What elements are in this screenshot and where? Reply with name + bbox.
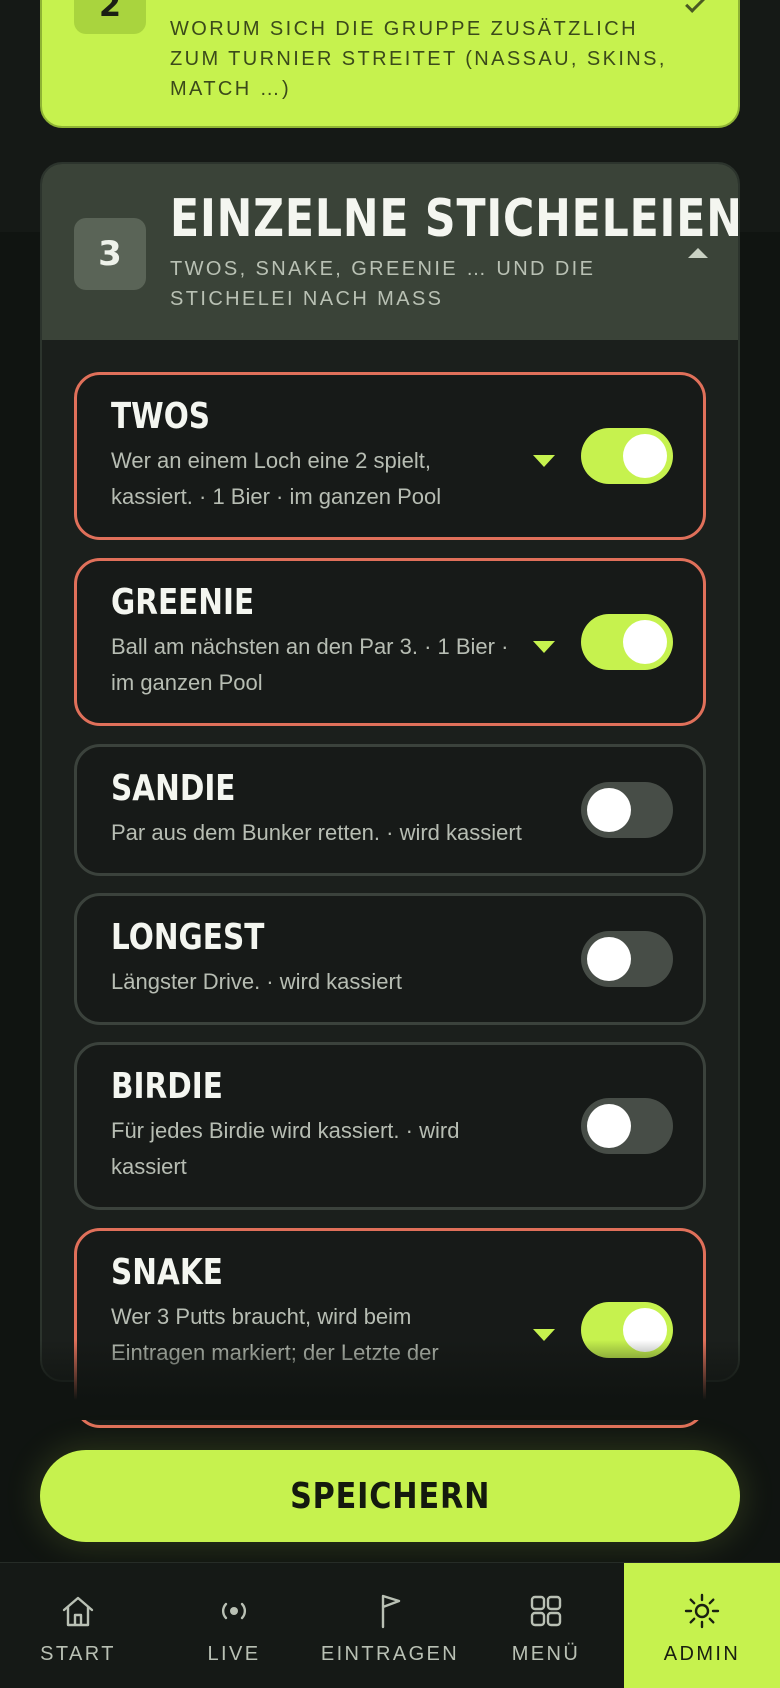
- bet-item-description: Wer an einem Loch eine 2 spielt, kassier…: [111, 448, 442, 509]
- toggle-knob: [587, 1104, 631, 1148]
- bet-item-twos[interactable]: TWOS Wer an einem Loch eine 2 spielt, ka…: [74, 372, 706, 540]
- section-3-subtitle: Twos, Snake, Greenie … und die Stichelei…: [170, 258, 596, 310]
- bet-item-longest[interactable]: LONGEST Längster Drive. · wird kassiert: [74, 893, 706, 1025]
- section-2-card[interactable]: 2 Worum sich die Gruppe zusätzlich zum T…: [40, 0, 740, 128]
- nav-item-menu[interactable]: MENÜ: [468, 1563, 624, 1688]
- save-button[interactable]: SPEICHERN: [40, 1450, 740, 1542]
- toggle-knob: [623, 434, 667, 478]
- bet-item-title: TWOS: [111, 396, 211, 437]
- bet-item-description: Längster Drive. · wird kassiert: [111, 969, 402, 994]
- scroll-fade: [0, 1340, 780, 1420]
- app-screen: 2 Worum sich die Gruppe zusätzlich zum T…: [0, 0, 780, 1688]
- chevron-down-icon[interactable]: [685, 0, 705, 13]
- caret-down-icon[interactable]: [533, 455, 555, 467]
- save-button-label: SPEICHERN: [289, 1475, 491, 1517]
- nav-item-eintragen[interactable]: EINTRAGEN: [312, 1563, 468, 1688]
- section-3-header[interactable]: 3 EINZELNE STICHELEIEN Twos, Snake, Gree…: [42, 164, 740, 340]
- bet-item-greenie[interactable]: GREENIE Ball am nächsten an den Par 3. ·…: [74, 558, 706, 726]
- caret-down-icon[interactable]: [533, 641, 555, 653]
- nav-label: START: [40, 1643, 116, 1665]
- grid-icon: [530, 1595, 562, 1627]
- bet-item-sandie[interactable]: SANDIE Par aus dem Bunker retten. · wird…: [74, 744, 706, 876]
- greenie-toggle[interactable]: [581, 614, 673, 670]
- toggle-knob: [587, 937, 631, 981]
- toggle-knob: [623, 620, 667, 664]
- birdie-toggle[interactable]: [581, 1098, 673, 1154]
- flag-icon: [381, 1594, 401, 1629]
- bottom-nav: START LIVE EINTRAGEN MENÜ ADMIN: [0, 1562, 780, 1688]
- longest-toggle[interactable]: [581, 931, 673, 987]
- bet-item-title: BIRDIE: [111, 1066, 223, 1107]
- section-2-subtitle: Worum sich die Gruppe zusätzlich zum Tur…: [170, 18, 667, 100]
- nav-item-admin[interactable]: ADMIN: [624, 1563, 780, 1688]
- home-icon: [62, 1596, 94, 1627]
- twos-toggle[interactable]: [581, 428, 673, 484]
- bet-item-title: LONGEST: [111, 917, 265, 958]
- sun-icon: [684, 1593, 720, 1629]
- bet-item-title: SANDIE: [111, 768, 236, 809]
- live-icon: [221, 1602, 247, 1620]
- nav-label: ADMIN: [663, 1643, 741, 1665]
- section-3-number: 3: [74, 218, 146, 290]
- chevron-up-icon[interactable]: [688, 248, 708, 258]
- nav-label: MENÜ: [511, 1643, 581, 1665]
- nav-item-start[interactable]: START: [0, 1563, 156, 1688]
- bet-item-title: GREENIE: [111, 582, 255, 623]
- toggle-knob: [587, 788, 631, 832]
- bet-item-description: Ball am nächsten an den Par 3. · 1 Bier …: [111, 634, 509, 695]
- section-2-number: 2: [74, 0, 146, 34]
- nav-label: EINTRAGEN: [320, 1643, 460, 1665]
- nav-label: LIVE: [207, 1643, 261, 1665]
- bet-item-description: Für jedes Birdie wird kassiert. · wird k…: [111, 1118, 460, 1179]
- nav-item-live[interactable]: LIVE: [156, 1563, 312, 1688]
- bet-item-title: SNAKE: [111, 1252, 223, 1293]
- sandie-toggle[interactable]: [581, 782, 673, 838]
- bet-item-birdie[interactable]: BIRDIE Für jedes Birdie wird kassiert. ·…: [74, 1042, 706, 1210]
- bet-item-description: Par aus dem Bunker retten. · wird kassie…: [111, 820, 522, 845]
- section-3-title: EINZELNE STICHELEIEN: [170, 189, 740, 249]
